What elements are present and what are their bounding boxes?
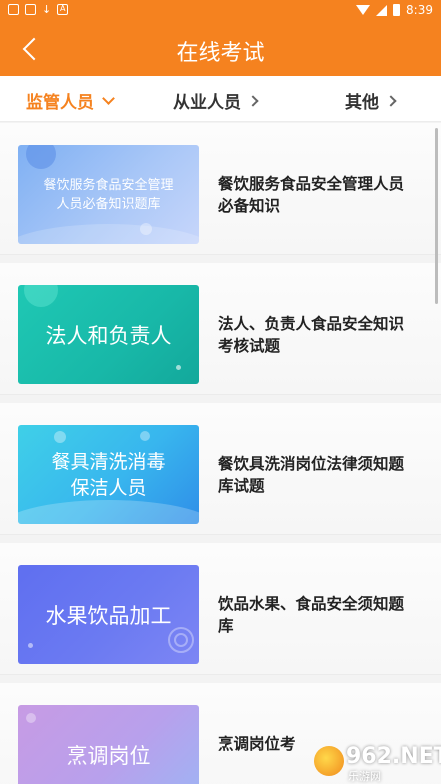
status-bar: ↓ A 8:39 [0, 0, 441, 22]
thumbnail-image: 法人和负责人 [18, 285, 199, 384]
page-title: 在线考试 [176, 41, 265, 66]
thumbnail-text: 烹调岗位 [66, 743, 151, 768]
item-title: 法人、负责人食品安全知识考核试题 [218, 315, 405, 355]
watermark-logo-icon [314, 746, 344, 776]
tab-other[interactable]: 其他 [345, 88, 397, 113]
tab-practitioners[interactable]: 从业人员 [173, 88, 259, 113]
exam-list: 餐饮服务食品安全管理人员必备知识题库 餐饮服务食品安全管理人员必备知识 法人和负… [0, 123, 441, 784]
thumbnail-image: 水果饮品加工 [18, 565, 199, 664]
battery-icon [393, 4, 401, 16]
tab-label: 从业人员 [173, 93, 241, 113]
list-item[interactable]: 餐饮服务食品安全管理人员必备知识题库 餐饮服务食品安全管理人员必备知识 [0, 123, 441, 255]
thumbnail-image: 餐具清洗消毒保洁人员 [18, 425, 199, 524]
thumbnail-image: 烹调岗位 [18, 705, 199, 784]
mail-icon [25, 4, 36, 15]
thumbnail-text: 法人和负责人 [45, 323, 172, 348]
tab-label: 监管人员 [26, 93, 94, 113]
signal-icon [376, 4, 388, 16]
chevron-down-icon [102, 91, 115, 105]
clock: 8:39 [406, 3, 433, 17]
watermark: 962.NET 乐游网 [306, 744, 441, 784]
thumbnail-text: 餐具清洗消毒保洁人员 [51, 450, 166, 499]
app-notification-icon [8, 4, 19, 15]
app-a-icon: A [57, 4, 69, 15]
notification-icons: ↓ A [8, 3, 69, 16]
list-item[interactable]: 餐具清洗消毒保洁人员 餐饮具洗消岗位法律须知题库试题 [0, 403, 441, 535]
app-bar: 在线考试 [0, 22, 441, 76]
item-title: 餐饮具洗消岗位法律须知题库试题 [218, 455, 405, 495]
wifi-icon [356, 5, 371, 15]
list-item[interactable]: 水果饮品加工 饮品水果、食品安全须知题库 [0, 543, 441, 675]
tab-label: 其他 [345, 93, 379, 113]
list-item[interactable]: 法人和负责人 法人、负责人食品安全知识考核试题 [0, 263, 441, 395]
chevron-right-icon [385, 94, 397, 107]
thumbnail-text: 餐饮服务食品安全管理人员必备知识题库 [43, 177, 174, 212]
watermark-subtext: 乐游网 [348, 770, 381, 783]
item-title: 餐饮服务食品安全管理人员必备知识 [218, 175, 405, 215]
watermark-brand: 962.NET [346, 744, 441, 769]
thumbnail-text: 水果饮品加工 [45, 603, 172, 628]
thumbnail-image: 餐饮服务食品安全管理人员必备知识题库 [18, 145, 199, 244]
chevron-right-icon [247, 94, 259, 107]
item-title: 饮品水果、食品安全须知题库 [218, 595, 405, 635]
category-tabs: 监管人员 从业人员 其他 [0, 76, 441, 122]
tab-supervisors[interactable]: 监管人员 [26, 88, 115, 113]
download-icon: ↓ [42, 3, 52, 16]
scrollbar[interactable] [435, 128, 438, 304]
